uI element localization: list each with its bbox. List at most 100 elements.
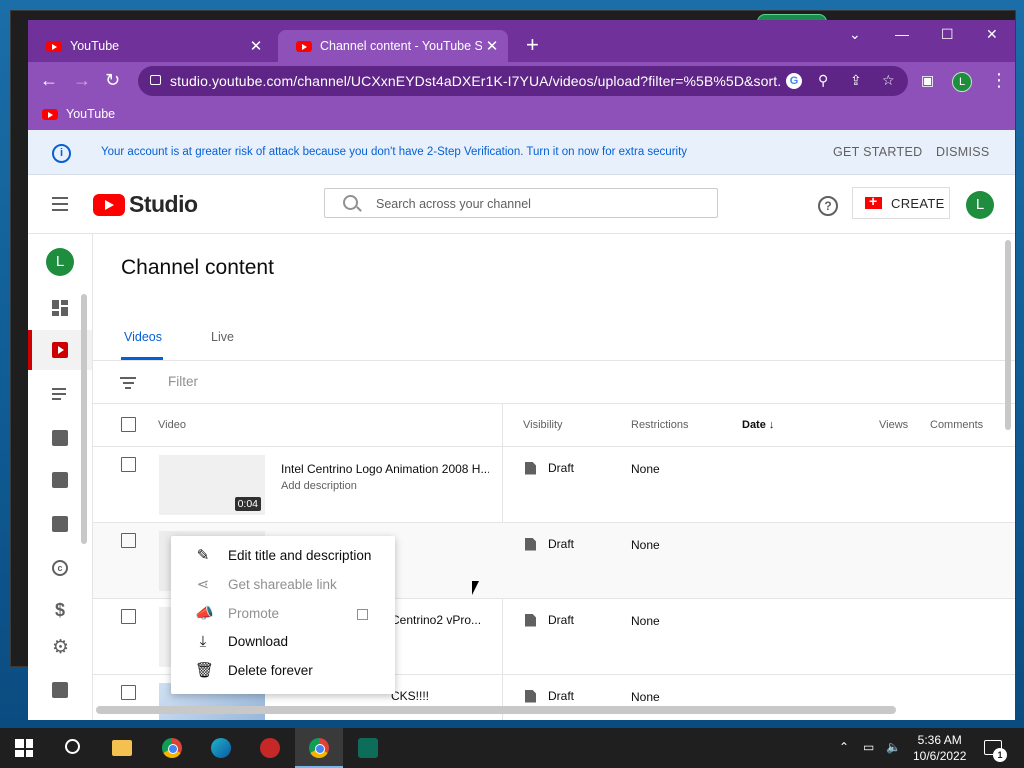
taskbar-app[interactable] xyxy=(246,728,294,768)
row-checkbox[interactable] xyxy=(121,609,136,624)
visibility-cell[interactable]: Draft xyxy=(525,461,574,475)
menu-item-promote[interactable]: 📣 Promote xyxy=(171,600,395,628)
studio-header: Studio Search across your channel ? CREA… xyxy=(28,175,1015,234)
sidebar-scrollbar[interactable] xyxy=(81,294,87,544)
menu-item-label: Delete forever xyxy=(228,663,313,678)
row-checkbox[interactable] xyxy=(121,457,136,472)
start-button[interactable] xyxy=(0,728,48,768)
horizontal-scrollbar[interactable] xyxy=(96,706,896,714)
column-header-visibility[interactable]: Visibility xyxy=(523,419,563,431)
vertical-scrollbar[interactable] xyxy=(1005,240,1011,430)
bookmark-star-icon[interactable]: ☆ xyxy=(882,72,895,89)
visibility-cell[interactable]: Draft xyxy=(525,689,574,703)
show-hidden-icons-icon[interactable]: ⌃ xyxy=(839,740,849,754)
taskbar-file-explorer[interactable] xyxy=(98,728,146,768)
share-icon[interactable]: ⇪ xyxy=(850,72,862,89)
sidebar-item-settings[interactable]: ⚙ xyxy=(28,628,92,668)
filter-bar[interactable]: Filter xyxy=(93,361,1015,404)
tab-search-icon[interactable]: ⌄ xyxy=(849,26,861,43)
account-avatar[interactable]: L xyxy=(966,191,994,219)
pencil-icon: ✎ xyxy=(196,547,210,564)
column-header-video: Video xyxy=(158,419,186,431)
search-input[interactable]: Search across your channel xyxy=(324,188,718,218)
address-bar[interactable]: studio.youtube.com/channel/UCXxnEYDst4aD… xyxy=(138,66,908,96)
channel-avatar[interactable]: L xyxy=(46,248,74,276)
sidebar-item-monetization[interactable]: $ xyxy=(28,590,92,630)
video-editor-icon xyxy=(358,738,378,758)
dismiss-button[interactable]: DISMISS xyxy=(936,145,990,159)
google-lens-icon[interactable]: G xyxy=(786,73,802,89)
date-label: Date xyxy=(742,419,766,431)
create-button[interactable]: CREATE xyxy=(852,187,950,219)
tab-youtube[interactable]: YouTube ✕ xyxy=(28,30,272,62)
taskbar-clock[interactable]: 5:36 AM 10/6/2022 xyxy=(913,732,966,764)
taskbar-chrome-active[interactable] xyxy=(295,728,343,768)
side-panel-icon[interactable]: ▣ xyxy=(921,70,934,90)
tab-channel-content[interactable]: Channel content - YouTube Studio ✕ xyxy=(278,30,508,62)
menu-item-label: Download xyxy=(228,634,289,649)
bookmark-youtube[interactable]: YouTube xyxy=(42,107,115,121)
youtube-favicon-icon xyxy=(46,40,62,52)
trash-icon: 🗑 xyxy=(195,662,215,679)
taskbar-chrome[interactable] xyxy=(148,728,196,768)
taskbar-edge[interactable] xyxy=(197,728,245,768)
menu-item-edit-title[interactable]: ✎ Edit title and description xyxy=(171,542,395,570)
column-header-restrictions[interactable]: Restrictions xyxy=(631,419,688,431)
get-started-button[interactable]: GET STARTED xyxy=(833,145,922,159)
network-icon[interactable]: ▭ xyxy=(863,740,874,754)
video-title[interactable]: Centrino2 vPro... xyxy=(391,613,491,627)
menu-kebab-icon[interactable]: ⋮ xyxy=(990,70,1008,90)
close-tab-icon[interactable]: ✕ xyxy=(246,37,266,55)
sort-arrow-icon: ↓ xyxy=(768,419,775,431)
mouse-cursor-icon xyxy=(472,581,479,595)
profile-avatar[interactable]: L xyxy=(952,72,972,92)
taskbar-video-editor[interactable] xyxy=(344,728,392,768)
reload-icon[interactable]: ↻ xyxy=(105,70,120,90)
visibility-cell[interactable]: Draft xyxy=(525,613,574,627)
close-window-button[interactable]: ✕ xyxy=(986,26,998,43)
column-header-views[interactable]: Views xyxy=(879,419,908,431)
column-header-comments[interactable]: Comments xyxy=(930,419,983,431)
feedback-icon xyxy=(52,682,68,698)
security-banner: i Your account is at greater risk of att… xyxy=(28,130,1015,175)
new-tab-button[interactable]: + xyxy=(526,34,539,56)
forward-arrow-icon[interactable]: → xyxy=(73,70,91,90)
sidebar-item-feedback[interactable] xyxy=(28,670,92,710)
video-description[interactable]: Add description xyxy=(281,480,357,492)
dollar-icon: $ xyxy=(54,600,65,620)
visibility-cell[interactable]: Draft xyxy=(525,537,574,551)
filter-input[interactable]: Filter xyxy=(168,374,198,389)
taskbar-search-button[interactable] xyxy=(48,728,96,768)
table-header: Video Visibility Restrictions Date ↓ Vie… xyxy=(93,404,1015,447)
row-checkbox[interactable] xyxy=(121,533,136,548)
column-header-date[interactable]: Date ↓ xyxy=(742,419,774,431)
video-thumbnail[interactable]: 0:04 xyxy=(159,455,265,515)
row-checkbox[interactable] xyxy=(121,685,136,700)
back-arrow-icon[interactable]: ← xyxy=(40,70,58,90)
volume-icon[interactable]: 🔈 xyxy=(886,740,901,754)
filter-icon xyxy=(120,377,136,392)
studio-logo[interactable]: Studio xyxy=(93,191,198,218)
menu-item-label: Get shareable link xyxy=(228,577,337,592)
minimize-button[interactable]: — xyxy=(895,26,909,42)
zoom-icon[interactable]: ⚲ xyxy=(818,72,828,89)
tab-live[interactable]: Live xyxy=(211,330,234,344)
maximize-button[interactable]: ☐ xyxy=(941,26,954,43)
menu-item-label: Promote xyxy=(228,606,280,621)
windows-taskbar: ⌃ ▭ 🔈 5:36 AM 10/6/2022 1 xyxy=(0,728,1024,768)
studio-sidebar: L c $ ⚙ xyxy=(28,234,93,720)
menu-item-download[interactable]: ⤓ Download xyxy=(171,628,395,656)
restrictions-value: None xyxy=(631,614,660,628)
table-row[interactable]: 0:04 Intel Centrino Logo Animation 2008 … xyxy=(93,447,1015,523)
video-title[interactable]: Intel Centrino Logo Animation 2008 H... xyxy=(281,462,489,476)
sidebar-item-copyright[interactable]: c xyxy=(28,548,92,588)
help-icon[interactable]: ? xyxy=(818,196,838,216)
menu-item-delete-forever[interactable]: 🗑 Delete forever xyxy=(171,657,395,685)
gear-icon: ⚙ xyxy=(52,637,70,658)
video-title[interactable]: CKS!!!! xyxy=(391,689,491,703)
menu-item-shareable-link[interactable]: ⋖ Get shareable link xyxy=(171,571,395,599)
select-all-checkbox[interactable] xyxy=(121,417,136,432)
close-tab-icon[interactable]: ✕ xyxy=(482,37,502,55)
tab-videos[interactable]: Videos xyxy=(124,330,162,344)
hamburger-menu-icon[interactable] xyxy=(52,197,68,215)
